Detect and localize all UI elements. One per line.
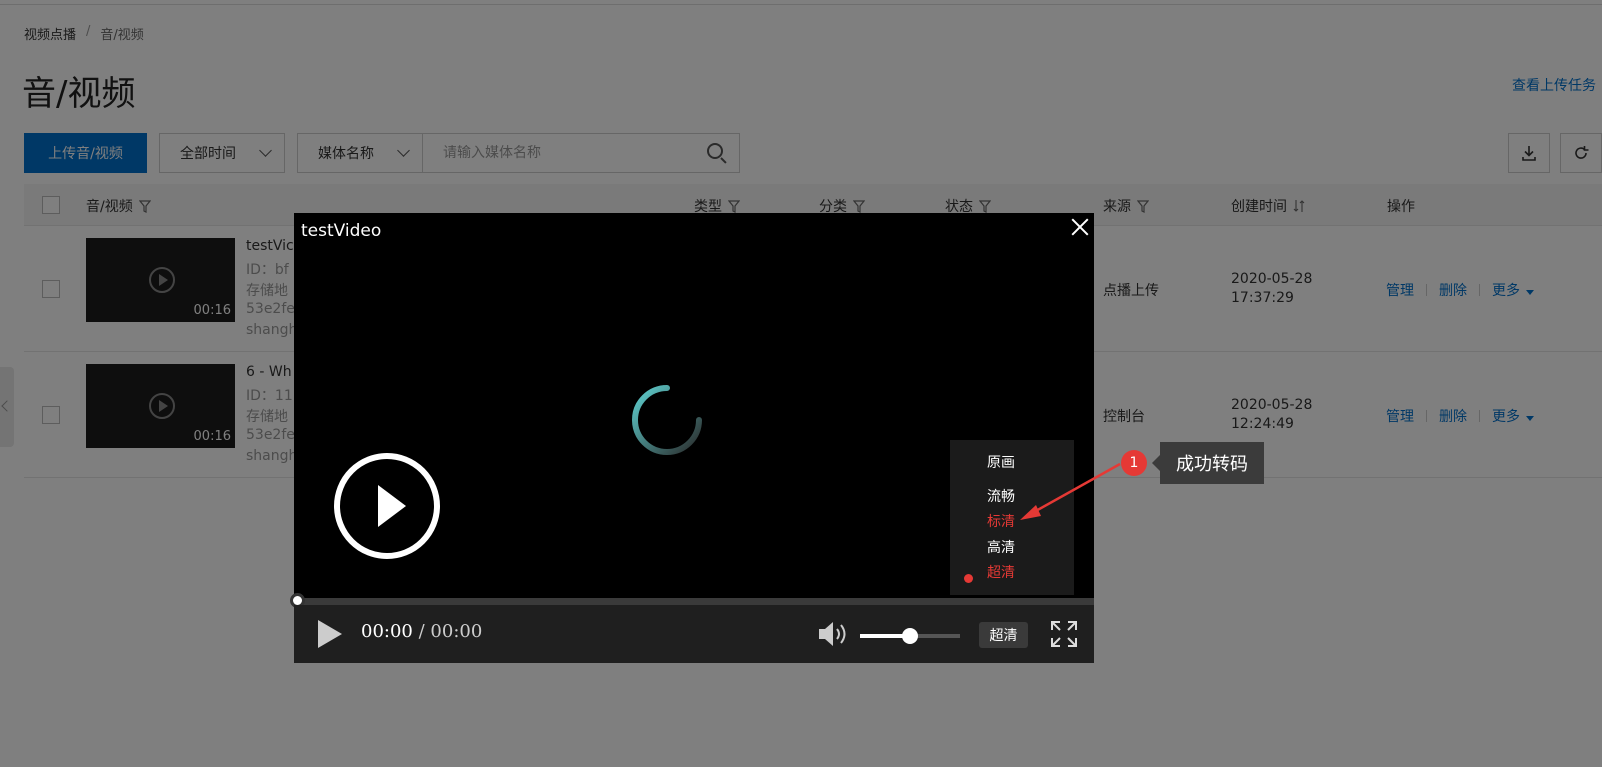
- current-time: 00:00: [361, 621, 413, 642]
- time-display: 00:00 / 00:00: [361, 621, 482, 642]
- play-icon[interactable]: [318, 620, 342, 648]
- total-time: 00:00: [430, 621, 483, 642]
- player-title: testVideo: [301, 221, 382, 241]
- annotation-callout: 成功转码: [1152, 442, 1264, 484]
- volume-icon[interactable]: [816, 619, 850, 649]
- volume-handle[interactable]: [902, 628, 918, 644]
- quality-menu: 原画 流畅 标清 高清 超清: [950, 440, 1074, 595]
- quality-option-sd[interactable]: 标清: [987, 511, 1015, 531]
- volume-slider[interactable]: [860, 628, 960, 644]
- loading-spinner-icon: [632, 385, 702, 455]
- quality-button[interactable]: 超清: [979, 622, 1028, 648]
- annotation-badge: 1: [1121, 450, 1147, 476]
- close-icon[interactable]: [1069, 216, 1091, 238]
- quality-option-original[interactable]: 原画: [987, 452, 1015, 472]
- video-player-modal: testVideo 原画 流畅 标清 高清 超清 00:00 / 00:00 超…: [290, 213, 1094, 663]
- fullscreen-icon[interactable]: [1050, 620, 1078, 648]
- selected-dot-icon: [964, 574, 973, 583]
- quality-option-hd[interactable]: 高清: [987, 537, 1015, 557]
- progress-bar[interactable]: [290, 593, 1094, 608]
- time-separator: /: [418, 621, 425, 642]
- quality-option-uhd[interactable]: 超清: [987, 562, 1015, 582]
- big-play-icon[interactable]: [334, 453, 440, 559]
- quality-option-smooth[interactable]: 流畅: [987, 486, 1015, 506]
- player-controls: 00:00 / 00:00 超清: [294, 605, 1094, 663]
